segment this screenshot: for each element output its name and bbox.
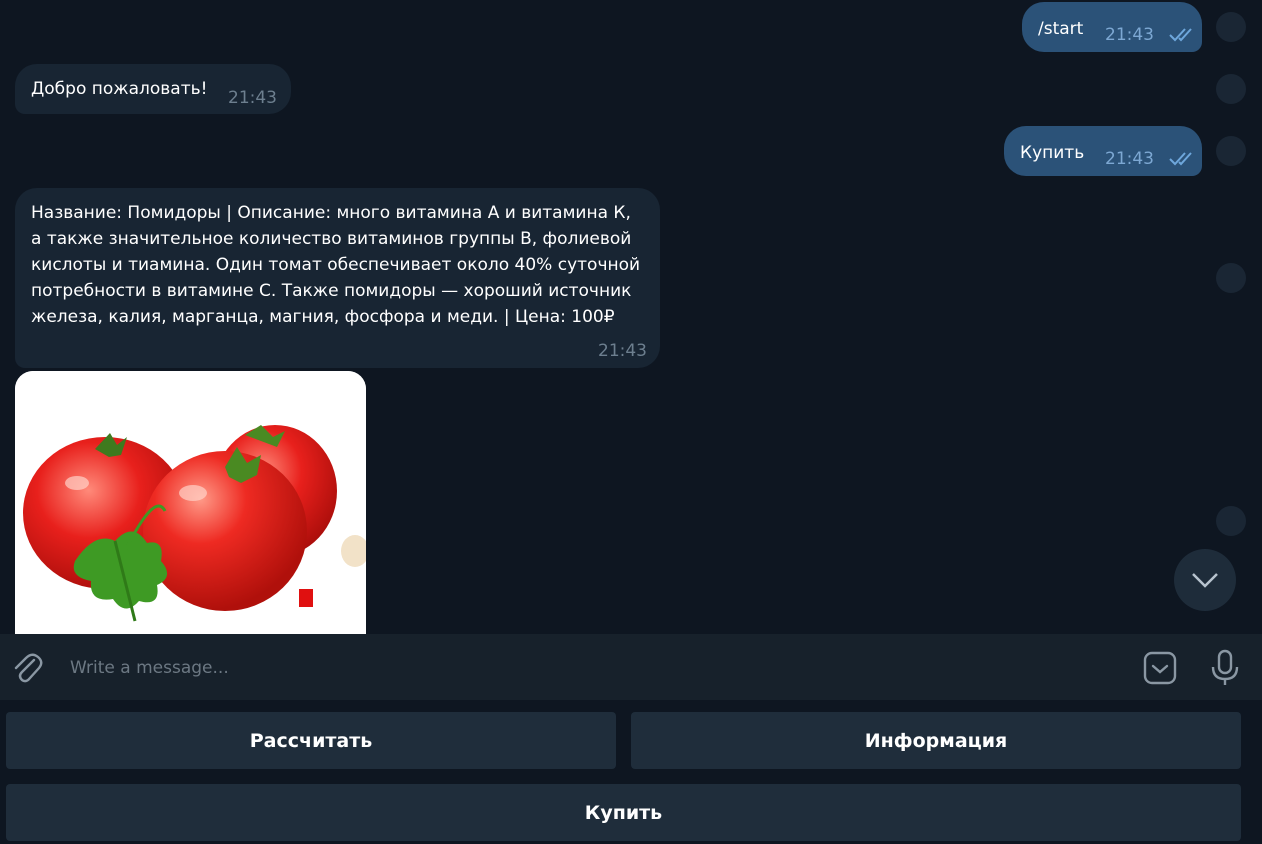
message-incoming-product[interactable]: Название: Помидоры | Описание: много вит… [15,188,660,368]
keyboard-button-calculate[interactable]: Рассчитать [6,712,616,769]
message-time: 21:43 [1105,149,1154,169]
chevron-down-icon [1192,573,1218,588]
avatar [1216,506,1246,536]
scroll-down-button[interactable] [1174,549,1236,611]
message-time: 21:43 [228,88,277,108]
message-text: Добро пожаловать! [31,79,208,99]
message-outgoing-buy[interactable]: Купить 21:43 [1004,126,1202,176]
chat-history[interactable]: /start 21:43 Добро пожаловать! 21:43 Куп… [0,0,1262,634]
tomato-image [15,371,366,634]
message-text: Название: Помидоры | Описание: много вит… [31,203,641,327]
product-photo[interactable] [15,371,366,634]
message-outgoing-start[interactable]: /start 21:43 [1022,2,1202,52]
avatar [1216,74,1246,104]
double-check-icon [1169,152,1192,166]
message-text: /start [1038,19,1084,39]
avatar [1216,12,1246,42]
reply-keyboard: Рассчитать Информация Купить [0,700,1262,844]
message-input-bar [0,634,1262,700]
double-check-icon [1169,28,1192,42]
message-time: 21:43 [1105,25,1154,45]
microphone-icon[interactable] [1208,649,1242,687]
message-input[interactable] [68,652,1112,684]
message-text: Купить [1020,143,1085,163]
avatar [1216,136,1246,166]
paperclip-icon[interactable] [10,650,44,684]
sticker-icon[interactable] [1142,650,1178,686]
keyboard-button-info[interactable]: Информация [631,712,1241,769]
message-incoming-welcome[interactable]: Добро пожаловать! 21:43 [15,64,291,114]
avatar [1216,263,1246,293]
message-time: 21:43 [598,341,647,361]
keyboard-button-buy[interactable]: Купить [6,784,1241,841]
